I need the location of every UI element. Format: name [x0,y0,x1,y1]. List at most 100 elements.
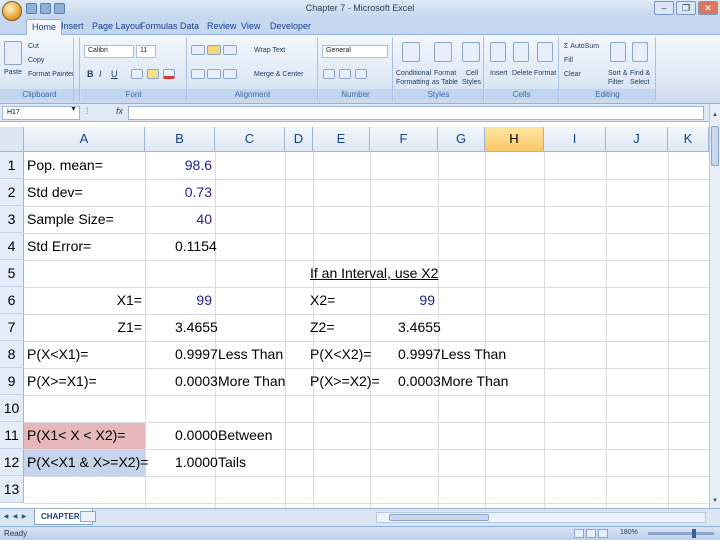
horizontal-scroll-thumb[interactable] [389,514,489,521]
borders-icon[interactable] [131,69,143,79]
cell-b8[interactable]: 0.9997 [175,341,218,368]
insert-function-icon[interactable]: fx [116,106,123,116]
sort-filter-icon[interactable] [610,42,626,62]
font-color-icon[interactable] [163,69,175,79]
row-header-9[interactable]: 9 [0,368,24,395]
delete-cells-icon[interactable] [513,42,529,62]
tab-review[interactable]: Review [207,21,237,31]
cell-b1[interactable]: 98.6 [145,152,212,179]
zoom-slider[interactable] [648,532,714,535]
conditional-formatting-icon[interactable] [402,42,420,62]
cell-b11[interactable]: 0.0000 [175,422,218,449]
normal-view-icon[interactable] [574,529,584,538]
row-header-11[interactable]: 11 [0,422,24,449]
cell-f7[interactable]: 3.4655 [398,314,441,341]
first-sheet-icon[interactable]: ◀ [2,512,10,522]
format-as-table-icon[interactable] [434,42,452,62]
tab-insert[interactable]: Insert [61,21,84,31]
row-header-5[interactable]: 5 [0,260,24,287]
cell-c12[interactable]: Tails [218,449,246,476]
tab-data[interactable]: Data [180,21,199,31]
column-header-b[interactable]: B [145,127,215,152]
italic-button[interactable]: I [99,69,102,79]
cell-a7[interactable]: Z1= [24,314,142,341]
horizontal-scrollbar[interactable] [376,512,706,523]
fill-color-icon[interactable] [147,69,159,79]
align-middle-icon[interactable] [207,45,221,55]
column-header-d[interactable]: D [285,127,313,152]
column-header-f[interactable]: F [370,127,438,152]
cell-a11[interactable]: P(X1< X < X2)= [27,422,125,449]
close-button[interactable]: ✕ [698,1,718,15]
prev-sheet-icon[interactable]: ◀ [11,512,19,522]
row-header-12[interactable]: 12 [0,449,24,476]
delete-cells-button[interactable]: Delete [512,70,532,77]
page-break-view-icon[interactable] [598,529,608,538]
zoom-level[interactable]: 180% [620,529,638,536]
minimize-button[interactable]: – [654,1,674,15]
align-top-icon[interactable] [191,45,205,55]
fill-button[interactable]: Fill [564,57,573,64]
cell-a12[interactable]: P(X<X1 & X>=X2)= [27,449,148,476]
formula-input[interactable] [128,106,704,120]
scroll-down-icon[interactable]: ▼ [710,496,720,506]
percent-icon[interactable] [339,69,351,79]
column-header-k[interactable]: K [668,127,709,152]
font-name-select[interactable]: Calibri [84,45,134,58]
format-cells-icon[interactable] [537,42,553,62]
cell-a9[interactable]: P(X>=X1)= [27,368,97,395]
page-layout-view-icon[interactable] [586,529,596,538]
cell-f9[interactable]: 0.0003 [398,368,441,395]
row-header-1[interactable]: 1 [0,152,24,179]
conditional-formatting-button[interactable]: Conditional [396,70,431,77]
column-header-h[interactable]: H [485,127,544,152]
select-all-corner[interactable] [0,127,24,152]
office-button[interactable] [2,1,22,21]
row-header-10[interactable]: 10 [0,395,24,422]
column-header-j[interactable]: J [606,127,668,152]
cell-b7[interactable]: 3.4655 [175,314,218,341]
tab-developer[interactable]: Developer [270,21,311,31]
cell-g9[interactable]: More Than [441,368,508,395]
row-header-6[interactable]: 6 [0,287,24,314]
column-header-e[interactable]: E [313,127,370,152]
merge-center-button[interactable]: Merge & Center [254,71,303,78]
format-cells-button[interactable]: Format [534,70,556,77]
cell-c11[interactable]: Between [218,422,272,449]
cell-a2[interactable]: Std dev= [27,179,83,206]
currency-icon[interactable] [323,69,335,79]
tab-page-layout[interactable]: Page Layout [92,21,143,31]
row-header-7[interactable]: 7 [0,314,24,341]
cell-e6[interactable]: X2= [310,287,335,314]
cell-b4[interactable]: 0.1154 [175,233,217,260]
tab-home[interactable]: Home [26,19,63,35]
font-size-select[interactable]: 11 [136,45,156,58]
scroll-up-icon[interactable]: ▲ [710,110,720,120]
find-select-icon[interactable] [632,42,648,62]
cell-b6[interactable]: 99 [145,287,212,314]
tab-view[interactable]: View [241,21,260,31]
row-header-8[interactable]: 8 [0,341,24,368]
cell-e8[interactable]: P(X<X2)= [310,341,371,368]
column-header-i[interactable]: I [544,127,606,152]
next-sheet-icon[interactable]: ▶ [20,512,28,522]
autosum-button[interactable]: Σ AutoSum [564,43,599,50]
comma-icon[interactable] [355,69,367,79]
cell-b12[interactable]: 1.0000 [175,449,218,476]
column-header-a[interactable]: A [24,127,145,152]
bold-button[interactable]: B [87,69,94,79]
align-right-icon[interactable] [223,69,237,79]
align-left-icon[interactable] [191,69,205,79]
clear-button[interactable]: Clear [564,71,581,78]
tab-formulas[interactable]: Formulas [140,21,178,31]
cell-a1[interactable]: Pop. mean= [27,152,103,179]
zoom-slider-thumb[interactable] [692,529,696,538]
restore-button[interactable]: ❐ [676,1,696,15]
cell-b9[interactable]: 0.0003 [175,368,218,395]
cell-e7[interactable]: Z2= [310,314,335,341]
cell-g8[interactable]: Less Than [441,341,506,368]
column-header-c[interactable]: C [215,127,285,152]
cell-b2[interactable]: 0.73 [145,179,212,206]
underline-button[interactable]: U [111,69,118,79]
name-box[interactable]: H17 [2,106,80,120]
